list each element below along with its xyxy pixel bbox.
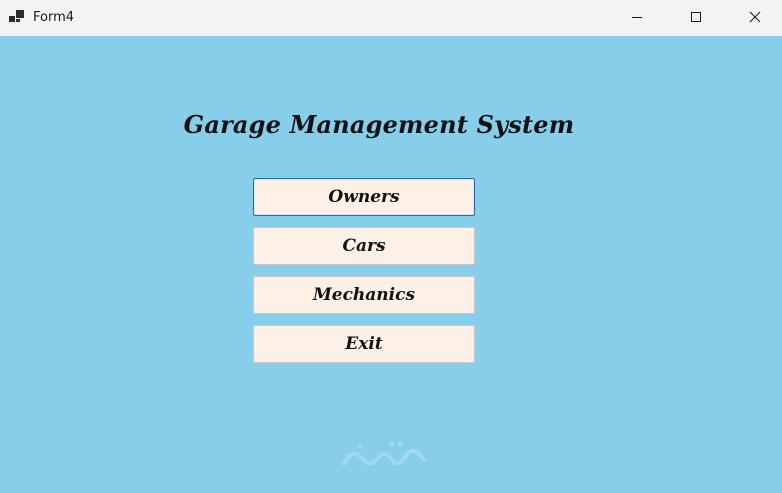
window-title: Form4	[33, 10, 75, 25]
app-window-icon	[9, 10, 24, 22]
exit-button[interactable]: Exit	[253, 325, 475, 363]
form-client-area: Garage Management System Owners Cars Mec…	[0, 36, 782, 493]
minimize-button[interactable]	[614, 0, 660, 34]
page-title: Garage Management System	[183, 110, 575, 139]
title-bar[interactable]: Form4	[0, 0, 782, 36]
close-icon	[749, 11, 761, 23]
watermark-logo	[342, 441, 426, 466]
minimize-icon	[632, 17, 642, 18]
maximize-button[interactable]	[673, 0, 719, 34]
maximize-icon	[691, 12, 701, 22]
form4-window: Form4 Garage Management System Owners Ca…	[0, 0, 782, 493]
cars-button[interactable]: Cars	[253, 227, 475, 265]
owners-button[interactable]: Owners	[253, 178, 475, 216]
mechanics-button[interactable]: Mechanics	[253, 276, 475, 314]
close-button[interactable]	[732, 0, 778, 34]
